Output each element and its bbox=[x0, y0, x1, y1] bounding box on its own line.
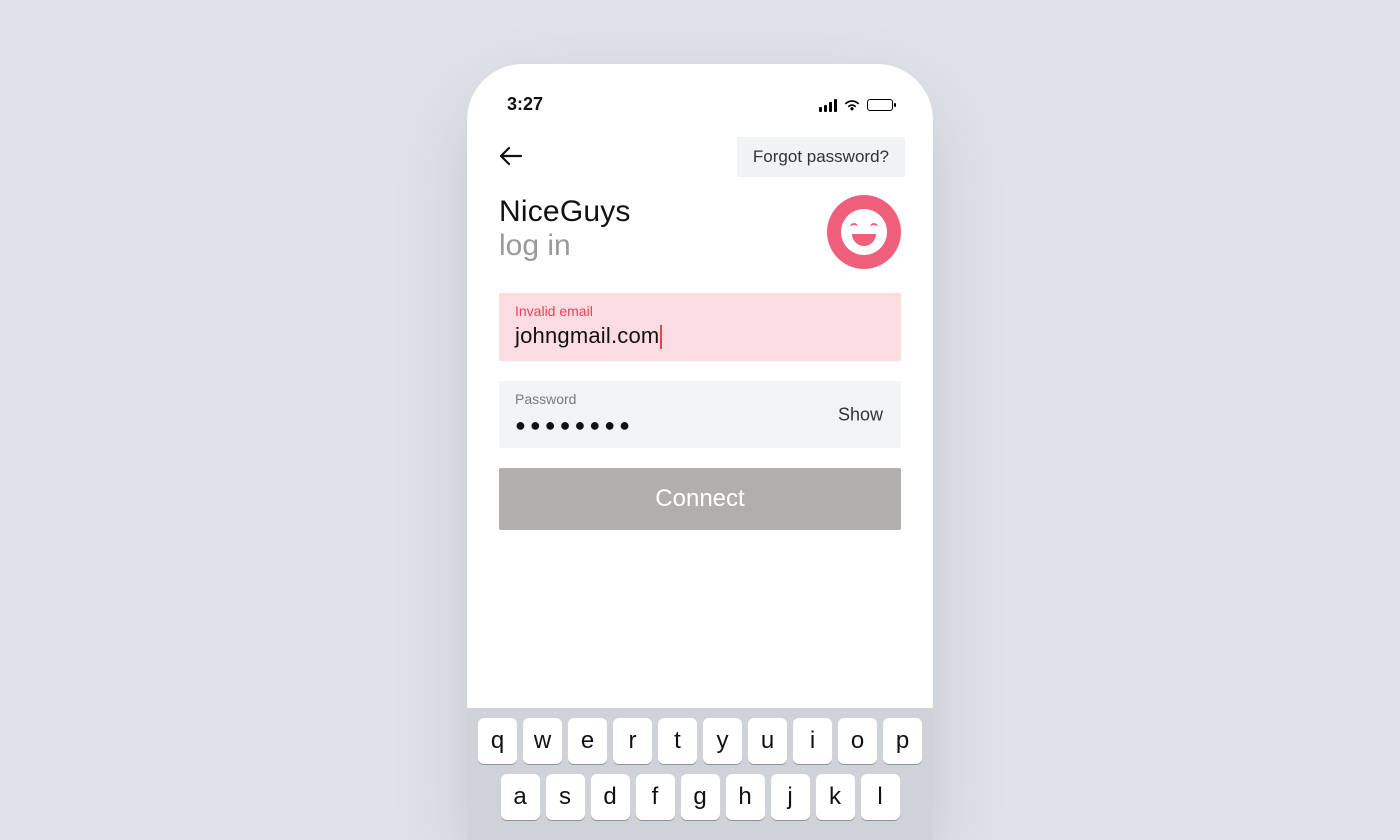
keyboard: qwertyuiop asdfghjkl bbox=[467, 708, 933, 840]
password-field[interactable]: Password ●●●●●●●● Show bbox=[499, 381, 901, 448]
key-y[interactable]: y bbox=[703, 718, 742, 764]
keyboard-row-2: asdfghjkl bbox=[473, 774, 927, 820]
key-w[interactable]: w bbox=[523, 718, 562, 764]
email-field[interactable]: Invalid email johngmail.com bbox=[499, 293, 901, 361]
key-j[interactable]: j bbox=[771, 774, 810, 820]
login-form: Invalid email johngmail.com Password ●●●… bbox=[467, 293, 933, 530]
forgot-password-button[interactable]: Forgot password? bbox=[737, 137, 905, 177]
cellular-icon bbox=[819, 98, 837, 112]
password-input[interactable]: ●●●●●●●● bbox=[515, 407, 885, 436]
status-indicators bbox=[819, 98, 893, 112]
connect-button[interactable]: Connect bbox=[499, 468, 901, 530]
key-r[interactable]: r bbox=[613, 718, 652, 764]
key-p[interactable]: p bbox=[883, 718, 922, 764]
nav-row: Forgot password? bbox=[467, 131, 933, 195]
key-a[interactable]: a bbox=[501, 774, 540, 820]
smiley-avatar-icon bbox=[827, 195, 901, 269]
key-o[interactable]: o bbox=[838, 718, 877, 764]
key-s[interactable]: s bbox=[546, 774, 585, 820]
show-password-button[interactable]: Show bbox=[838, 404, 883, 425]
keyboard-row-1: qwertyuiop bbox=[473, 718, 927, 764]
key-f[interactable]: f bbox=[636, 774, 675, 820]
title-row: NiceGuys log in bbox=[467, 195, 933, 293]
key-g[interactable]: g bbox=[681, 774, 720, 820]
page-title: log in bbox=[499, 229, 631, 263]
key-k[interactable]: k bbox=[816, 774, 855, 820]
battery-icon bbox=[867, 99, 893, 111]
text-caret bbox=[660, 325, 662, 349]
key-i[interactable]: i bbox=[793, 718, 832, 764]
status-bar: 3:27 bbox=[467, 64, 933, 131]
password-label: Password bbox=[515, 391, 885, 407]
status-time: 3:27 bbox=[507, 94, 543, 115]
key-l[interactable]: l bbox=[861, 774, 900, 820]
email-input[interactable]: johngmail.com bbox=[515, 319, 885, 349]
back-arrow-icon[interactable] bbox=[499, 144, 523, 170]
phone-frame: 3:27 Forgot password? NiceGuys log in In… bbox=[467, 64, 933, 840]
key-q[interactable]: q bbox=[478, 718, 517, 764]
key-t[interactable]: t bbox=[658, 718, 697, 764]
key-u[interactable]: u bbox=[748, 718, 787, 764]
email-error-label: Invalid email bbox=[515, 303, 885, 319]
key-d[interactable]: d bbox=[591, 774, 630, 820]
key-h[interactable]: h bbox=[726, 774, 765, 820]
wifi-icon bbox=[843, 98, 861, 111]
brand-title: NiceGuys bbox=[499, 195, 631, 229]
key-e[interactable]: e bbox=[568, 718, 607, 764]
